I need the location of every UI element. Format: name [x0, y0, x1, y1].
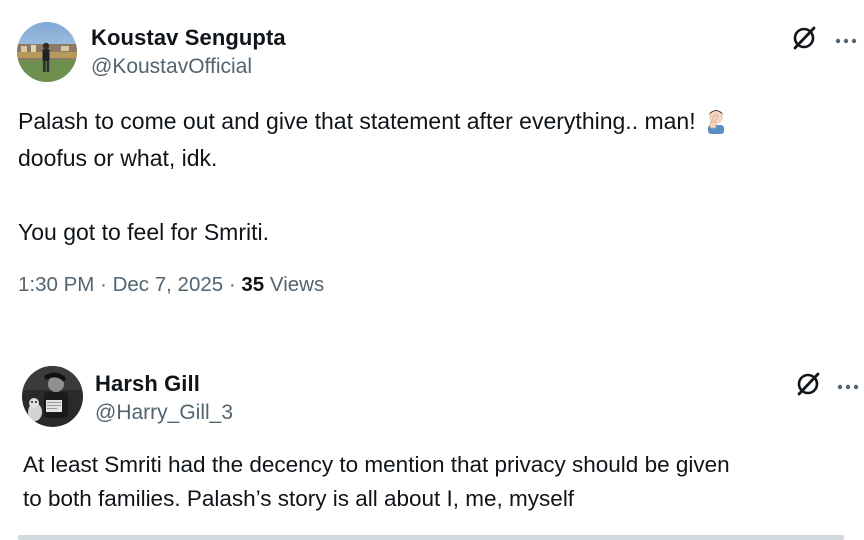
author-name[interactable]: Harsh Gill [95, 371, 200, 397]
tweet-text: Palash to come out and give that stateme… [18, 103, 730, 251]
tweet-text: At least Smriti had the decency to menti… [23, 448, 730, 516]
author-name[interactable]: Koustav Sengupta [91, 25, 286, 51]
tweet-text-line-1: At least Smriti had the decency to menti… [23, 452, 730, 477]
tweet-main[interactable]: Koustav Sengupta @KoustavOfficial Palash… [0, 0, 864, 330]
author-handle[interactable]: @KoustavOfficial [91, 55, 252, 79]
avatar[interactable] [17, 22, 77, 82]
tweet-date[interactable]: Dec 7, 2025 [113, 273, 224, 296]
more-icon[interactable] [836, 379, 860, 390]
avatar[interactable] [22, 366, 83, 427]
more-icon[interactable] [834, 33, 858, 44]
separator: · [228, 273, 236, 296]
tweet-text-line-2: doofus or what, idk. [18, 145, 218, 171]
views-count: 35 [241, 273, 265, 296]
author-handle[interactable]: @Harry_Gill_3 [95, 401, 233, 425]
separator: · [100, 273, 107, 296]
facepalm-emoji-icon [702, 106, 730, 134]
views-label: Views [269, 273, 325, 296]
grok-icon[interactable] [790, 24, 818, 52]
tweet-text-line-1: Palash to come out and give that stateme… [18, 103, 730, 140]
tweet-time[interactable]: 1:30 PM [18, 273, 94, 296]
divider [18, 535, 844, 540]
tweet-text-line-2: to both families. Palash’s story is all … [23, 486, 575, 511]
tweet-meta: 1:30 PM · Dec 7, 2025 · 35 Views [18, 273, 324, 297]
tweet-text-line-3: You got to feel for Smriti. [18, 219, 270, 245]
reply-thread: Koustav Sengupta @KoustavOfficial Palash… [0, 0, 864, 540]
grok-icon[interactable] [794, 370, 822, 398]
